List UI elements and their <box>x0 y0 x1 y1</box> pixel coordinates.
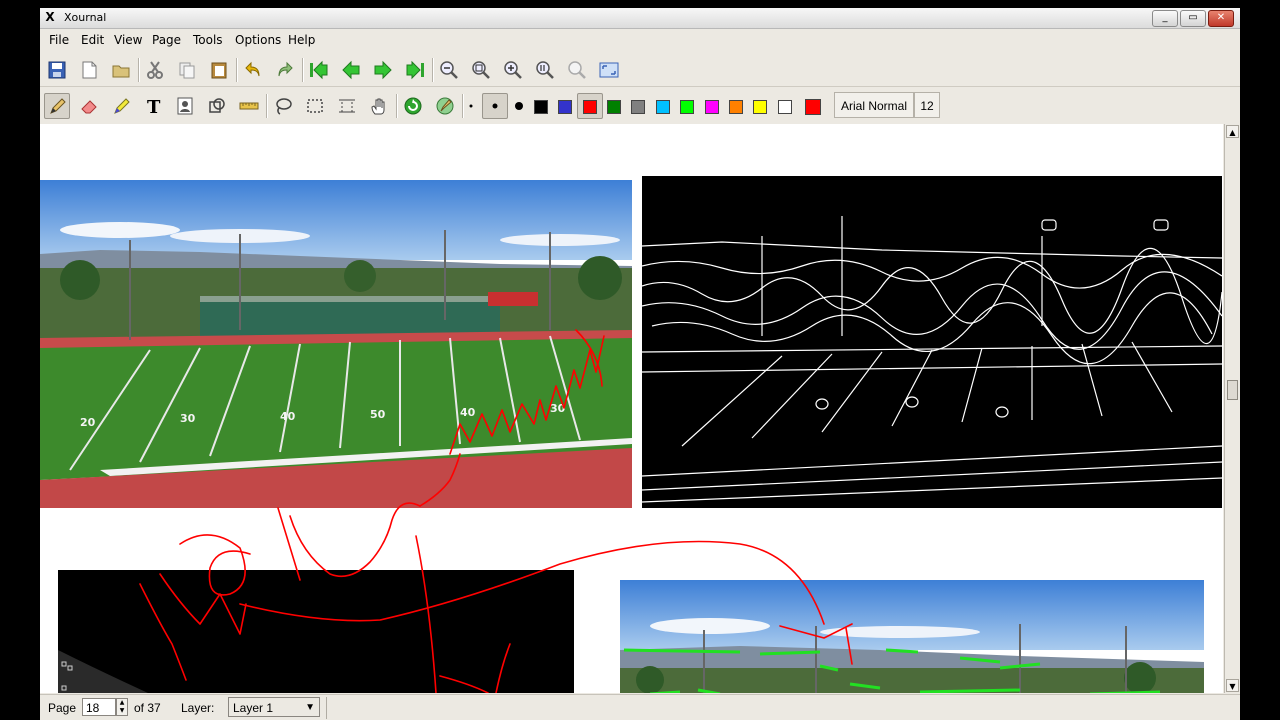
color-light-green[interactable] <box>680 100 694 114</box>
maximize-button[interactable]: ▭ <box>1180 10 1206 27</box>
menu-file[interactable]: File <box>49 33 69 47</box>
shape-recognizer-icon[interactable] <box>204 93 230 119</box>
layer-value: Layer 1 <box>233 701 274 715</box>
previous-page-icon[interactable] <box>338 57 364 83</box>
color-black[interactable] <box>534 100 548 114</box>
zoom-in-icon[interactable] <box>500 57 526 83</box>
color-yellow[interactable] <box>753 100 767 114</box>
tools-toolbar: T Arial Normal 12 <box>40 90 1240 122</box>
color-red[interactable] <box>583 100 597 114</box>
close-button[interactable]: ✕ <box>1208 10 1234 27</box>
last-page-icon[interactable] <box>402 57 428 83</box>
layer-select[interactable]: Layer 1 ▼ <box>228 697 320 717</box>
zoom-fit-icon[interactable] <box>468 57 494 83</box>
layer-label: Layer: <box>181 701 215 715</box>
paste-icon[interactable] <box>206 57 232 83</box>
color-light-blue[interactable] <box>656 100 670 114</box>
color-green[interactable] <box>607 100 621 114</box>
menu-tools[interactable]: Tools <box>193 33 223 47</box>
rect-select-icon[interactable] <box>302 93 328 119</box>
vertical-space-icon[interactable] <box>334 93 360 119</box>
svg-text:T: T <box>147 97 161 116</box>
menu-edit[interactable]: Edit <box>81 33 104 47</box>
image-tool-icon[interactable] <box>172 93 198 119</box>
color-gray[interactable] <box>631 100 645 114</box>
red-ink-annotations <box>139 329 853 693</box>
lasso-select-icon[interactable] <box>270 93 296 119</box>
menu-bar: File Edit View Page Tools Options Help <box>40 30 1240 50</box>
save-icon[interactable] <box>44 57 70 83</box>
zoom-100-icon[interactable] <box>532 57 558 83</box>
eraser-icon[interactable] <box>76 93 102 119</box>
copy-icon[interactable] <box>174 57 200 83</box>
default-tool-icon[interactable] <box>400 93 426 119</box>
app-icon: X <box>45 10 55 24</box>
vertical-scrollbar[interactable]: ▲ ▼ <box>1224 124 1240 693</box>
page-spinner[interactable]: ▲ ▼ <box>116 698 128 716</box>
main-toolbar <box>40 54 1240 87</box>
minimize-button[interactable]: _ <box>1152 10 1178 27</box>
new-page-icon[interactable] <box>76 57 102 83</box>
color-blue[interactable] <box>558 100 572 114</box>
document-canvas[interactable]: 20 30 40 50 40 30 <box>40 124 1223 693</box>
scroll-down-icon[interactable]: ▼ <box>1226 679 1239 692</box>
hand-tool-icon[interactable] <box>366 93 392 119</box>
highlighter-icon[interactable] <box>108 93 134 119</box>
current-color-button[interactable] <box>805 99 821 115</box>
menu-help[interactable]: Help <box>288 33 315 47</box>
xournal-window: X Xournal _ ▭ ✕ File Edit View Page Tool… <box>40 8 1240 720</box>
thickness-medium-icon[interactable] <box>482 93 508 119</box>
next-page-icon[interactable] <box>370 57 396 83</box>
menu-page[interactable]: Page <box>152 33 181 47</box>
ruler-icon[interactable] <box>236 93 262 119</box>
thickness-fine-icon[interactable] <box>458 93 484 119</box>
undo-icon[interactable] <box>240 57 266 83</box>
pen-settings-icon[interactable] <box>432 93 458 119</box>
zoom-set-icon[interactable] <box>564 57 590 83</box>
menu-view[interactable]: View <box>114 33 142 47</box>
redo-icon[interactable] <box>272 57 298 83</box>
fullscreen-icon[interactable] <box>596 57 622 83</box>
color-orange[interactable] <box>729 100 743 114</box>
status-bar: Page 18 ▲ ▼ of 37 Layer: Layer 1 ▼ <box>40 694 1240 720</box>
text-tool-icon[interactable]: T <box>140 93 166 119</box>
color-magenta[interactable] <box>705 100 719 114</box>
page-label: Page <box>48 701 77 715</box>
font-size-button[interactable]: 12 <box>914 92 940 118</box>
menu-options[interactable]: Options <box>235 33 281 47</box>
color-white[interactable] <box>778 100 792 114</box>
title-bar: X Xournal _ ▭ ✕ <box>40 8 1240 29</box>
pen-icon[interactable] <box>44 93 70 119</box>
dropdown-arrow-icon: ▼ <box>305 702 315 713</box>
page-count: of 37 <box>134 701 161 715</box>
window-title: Xournal <box>64 11 107 24</box>
thickness-thick-icon[interactable] <box>506 93 532 119</box>
cut-icon[interactable] <box>142 57 168 83</box>
scroll-thumb[interactable] <box>1227 380 1238 400</box>
font-button[interactable]: Arial Normal <box>834 92 914 118</box>
zoom-out-icon[interactable] <box>436 57 462 83</box>
first-page-icon[interactable] <box>306 57 332 83</box>
open-icon[interactable] <box>108 57 134 83</box>
page-number-input[interactable]: 18 <box>82 698 116 716</box>
scroll-up-icon[interactable]: ▲ <box>1226 125 1239 138</box>
